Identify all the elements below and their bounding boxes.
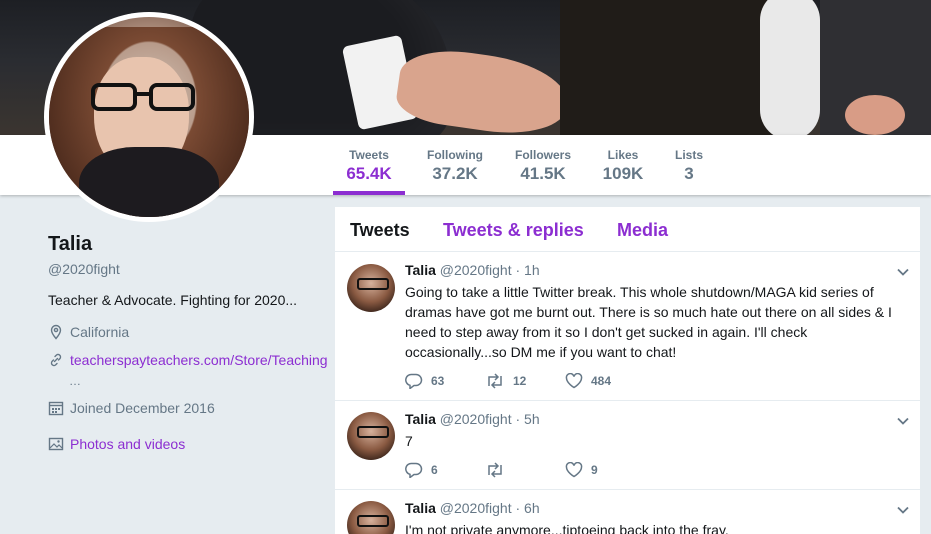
profile-name[interactable]: Talia [48, 233, 92, 256]
tweet-text: Going to take a little Twitter break. Th… [405, 284, 892, 360]
reply-icon [405, 462, 423, 478]
stat-value: 109K [602, 164, 644, 183]
heart-icon [565, 373, 583, 389]
retweet-count: 12 [513, 374, 527, 388]
tweet-author-handle[interactable]: @2020fight [440, 411, 512, 427]
timeline-tabs: Tweets Tweets & replies Media [335, 207, 920, 252]
retweet-button[interactable] [485, 462, 565, 478]
like-button[interactable]: 9 [565, 462, 645, 478]
tweet-author-name[interactable]: Talia [405, 411, 436, 427]
stat-following[interactable]: Following 37.2K [420, 135, 490, 195]
tab-tweets[interactable]: Tweets [350, 220, 410, 241]
tweet-item[interactable]: Talia @2020fight · 6h I'm not private an… [335, 490, 922, 534]
like-count: 484 [591, 374, 612, 388]
tweet-text: 7 [405, 433, 413, 449]
profile-photos[interactable]: Photos and videos [48, 436, 185, 452]
reply-count: 6 [431, 463, 438, 477]
profile-location: California [48, 324, 129, 340]
location-pin-icon [50, 324, 62, 340]
glasses-shape [91, 83, 195, 111]
banner-hand-right [845, 95, 905, 135]
tweet-separator: · [515, 262, 521, 278]
reply-icon [405, 373, 423, 389]
tweet-avatar[interactable] [347, 501, 395, 534]
image-icon [48, 437, 64, 451]
tab-tweets-replies[interactable]: Tweets & replies [443, 220, 584, 241]
stat-value: 3 [684, 164, 694, 183]
stat-label: Lists [674, 148, 703, 162]
stat-value: 41.5K [520, 164, 566, 183]
tweet-header: Talia @2020fight · 6h [405, 500, 540, 516]
stat-lists[interactable]: Lists 3 [670, 135, 708, 195]
website-link[interactable]: teacherspayteachers.com/Store/Teaching [70, 352, 328, 368]
stat-label: Tweets [349, 148, 389, 162]
reply-count: 63 [431, 374, 445, 388]
heart-icon [565, 462, 583, 478]
stat-value: 37.2K [432, 164, 478, 183]
tweet-author-handle[interactable]: @2020fight [440, 262, 512, 278]
tweet-author-name[interactable]: Talia [405, 262, 436, 278]
reply-button[interactable]: 63 [405, 373, 485, 389]
chevron-down-icon[interactable] [896, 414, 910, 428]
website-ellipsis: … [69, 374, 82, 388]
tweet-avatar[interactable] [347, 264, 395, 312]
stat-label: Followers [514, 148, 571, 162]
location-text: California [70, 324, 130, 340]
tweet-item[interactable]: Talia @2020fight · 1h Going to take a li… [335, 252, 922, 401]
avatar[interactable] [44, 12, 254, 222]
stat-likes[interactable]: Likes 109K [598, 135, 648, 195]
stat-tweets[interactable]: Tweets 65.4K [333, 135, 405, 195]
joined-text: Joined December 2016 [70, 400, 215, 416]
chevron-down-icon[interactable] [896, 503, 910, 517]
like-button[interactable]: 484 [565, 373, 645, 389]
banner-chair [760, 0, 820, 135]
stat-label: Likes [607, 148, 639, 162]
avatar-image [49, 17, 249, 217]
stat-followers[interactable]: Followers 41.5K [508, 135, 578, 195]
banner-desk [560, 0, 780, 135]
tab-media[interactable]: Media [617, 220, 668, 241]
calendar-icon [48, 401, 64, 416]
tweet-time[interactable]: 6h [524, 500, 540, 516]
tweet-text: I'm not private anymore...tiptoeing back… [405, 522, 729, 534]
stat-label: Following [427, 148, 483, 162]
tweet-item[interactable]: Talia @2020fight · 5h 7 6 9 [335, 401, 922, 490]
chevron-down-icon[interactable] [896, 265, 910, 279]
tweet-separator: · [515, 500, 521, 516]
tweet-actions: 6 9 [405, 462, 645, 478]
photos-videos-link[interactable]: Photos and videos [70, 436, 185, 452]
like-count: 9 [591, 463, 598, 477]
tweet-header: Talia @2020fight · 5h [405, 411, 540, 427]
tweet-avatar[interactable] [347, 412, 395, 460]
tweet-author-name[interactable]: Talia [405, 500, 436, 516]
retweet-button[interactable]: 12 [485, 373, 565, 389]
profile-website[interactable]: teacherspayteachers.com/Store/Teaching [48, 352, 328, 368]
link-icon [50, 353, 62, 367]
tweet-time[interactable]: 5h [524, 411, 540, 427]
profile-bio: Teacher & Advocate. Fighting for 2020... [48, 292, 298, 308]
tweet-header: Talia @2020fight · 1h [405, 262, 540, 278]
tweet-actions: 63 12 484 [405, 373, 645, 389]
retweet-icon [488, 373, 502, 389]
profile-joined: Joined December 2016 [48, 400, 215, 416]
retweet-icon [488, 462, 502, 478]
tweet-time[interactable]: 1h [524, 262, 540, 278]
timeline: Tweets Tweets & replies Media Talia @202… [334, 206, 922, 534]
profile-handle[interactable]: @2020fight [48, 261, 120, 277]
reply-button[interactable]: 6 [405, 462, 485, 478]
tweet-separator: · [515, 411, 521, 427]
tweet-author-handle[interactable]: @2020fight [440, 500, 512, 516]
stat-value: 65.4K [346, 164, 392, 183]
